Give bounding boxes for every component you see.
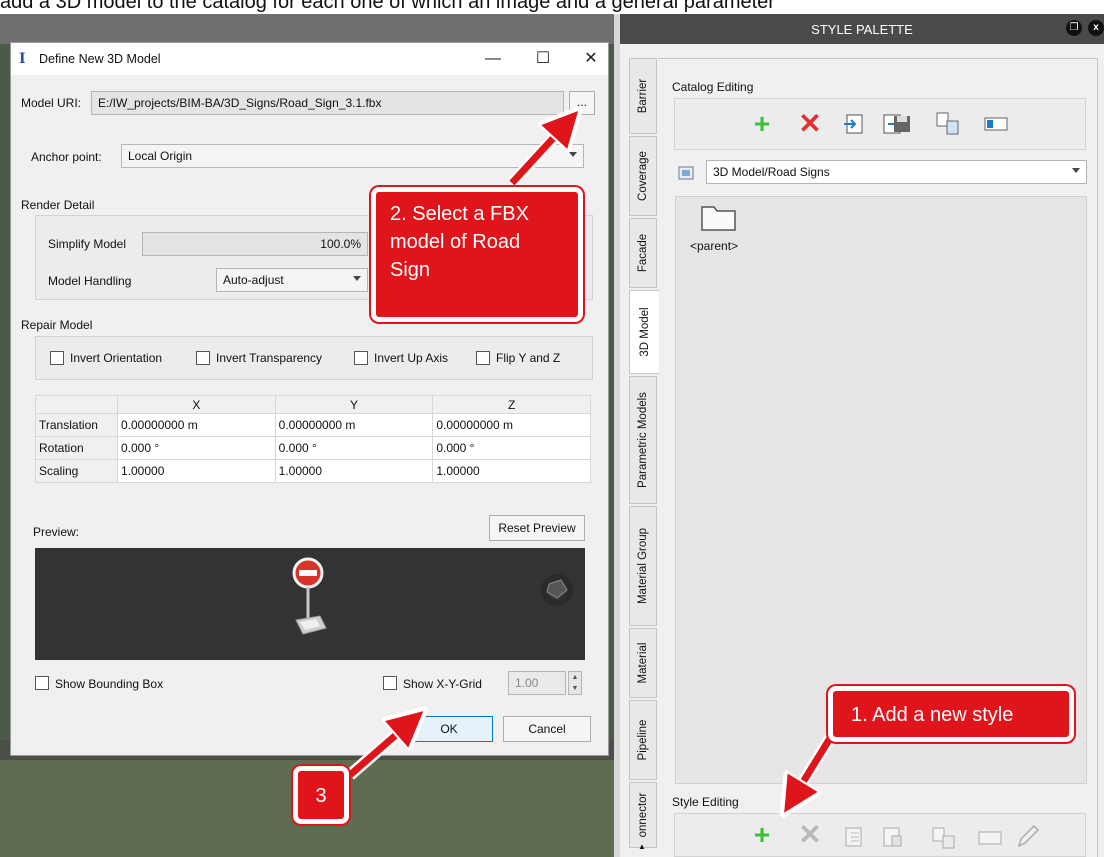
callout-step-3: 3 — [293, 766, 349, 824]
callout-step-2: 2. Select a FBX model of Road Sign — [371, 187, 583, 322]
callout-step-1: 1. Add a new style — [828, 686, 1074, 742]
